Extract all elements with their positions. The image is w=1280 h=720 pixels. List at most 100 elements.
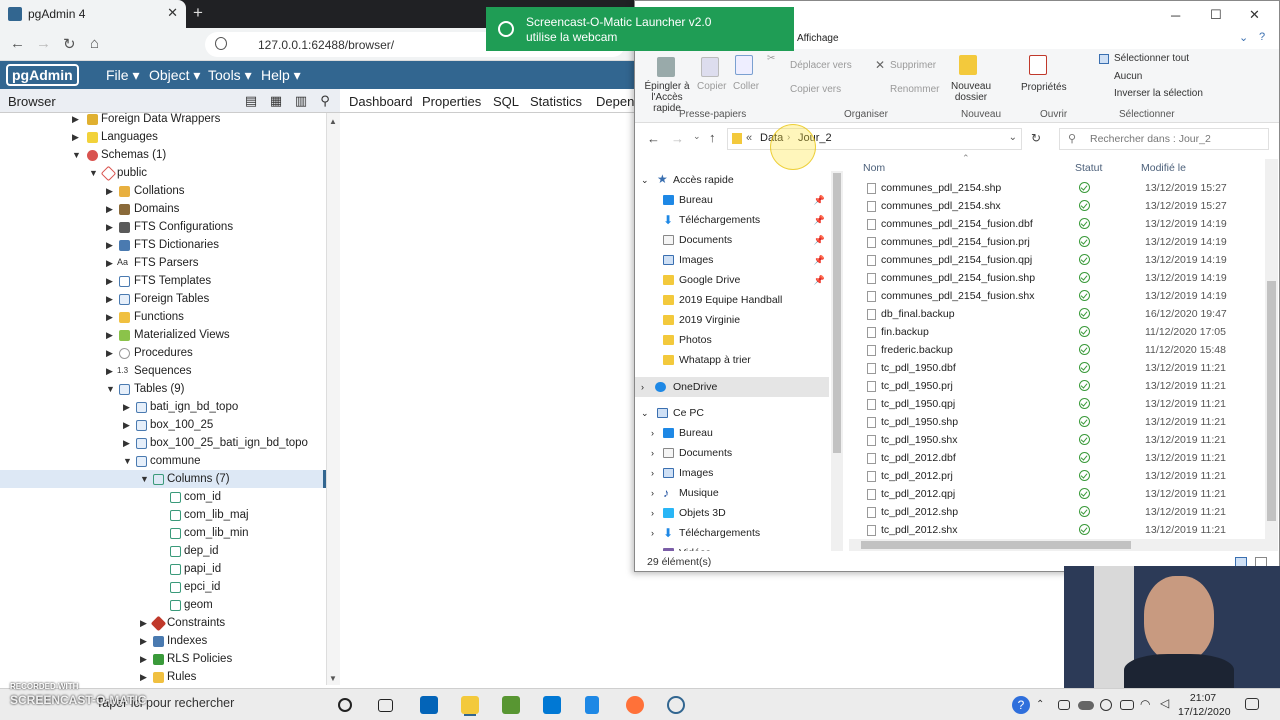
- tree-item[interactable]: ▶ bati_ign_bd_topo: [0, 398, 326, 416]
- display-icon[interactable]: [1120, 700, 1134, 710]
- chevron-right-icon[interactable]: ›: [651, 483, 654, 503]
- tree-item[interactable]: ▶ Functions: [0, 308, 326, 326]
- file-row[interactable]: db_final.backup 16/12/2020 19:47: [849, 305, 1267, 323]
- menu-tools[interactable]: Tools ▾: [208, 67, 252, 84]
- tab-statistics[interactable]: Statistics: [530, 94, 582, 109]
- tree-item[interactable]: com_lib_min: [0, 524, 326, 542]
- chevron-right-icon[interactable]: ▶: [123, 398, 133, 416]
- file-row[interactable]: tc_pdl_1950.prj 13/12/2019 11:21: [849, 377, 1267, 395]
- chevron-down-icon[interactable]: ⌄: [641, 403, 649, 423]
- select-all-button[interactable]: Sélectionner tout: [1114, 53, 1189, 64]
- nav-item[interactable]: Google Drive 📌: [635, 270, 829, 290]
- copy-button[interactable]: Copier: [697, 81, 726, 92]
- file-row[interactable]: fin.backup 11/12/2020 17:05: [849, 323, 1267, 341]
- chevron-down-icon[interactable]: ▼: [89, 164, 99, 182]
- tree-item[interactable]: ▶ box_100_25: [0, 416, 326, 434]
- chevron-right-icon[interactable]: ▶: [106, 254, 116, 272]
- chevron-down-icon[interactable]: ⌄: [1009, 132, 1017, 143]
- chevron-down-icon[interactable]: ▼: [106, 380, 116, 398]
- chevron-right-icon[interactable]: ›: [651, 443, 654, 463]
- chevron-right-icon[interactable]: ▶: [106, 344, 116, 362]
- wifi-icon[interactable]: ◠: [1140, 697, 1158, 715]
- cut-icon[interactable]: ✂: [767, 53, 775, 64]
- tree-item[interactable]: ▶ 1.3 Sequences: [0, 362, 326, 380]
- info-icon[interactable]: [215, 37, 227, 50]
- reload-icon[interactable]: ↻: [63, 35, 76, 53]
- onedrive-icon[interactable]: [1078, 701, 1094, 710]
- chevron-right-icon[interactable]: ▶: [140, 668, 150, 685]
- explorer-search-field[interactable]: ⚲ Rechercher dans : Jour_2: [1059, 128, 1269, 150]
- forward-icon[interactable]: →: [671, 131, 684, 146]
- chevron-right-icon[interactable]: ▶: [106, 272, 116, 290]
- nav-item[interactable]: › Documents: [635, 443, 829, 463]
- chevron-right-icon[interactable]: ▶: [106, 308, 116, 326]
- tree-item[interactable]: ▶ Aa FTS Parsers: [0, 254, 326, 272]
- file-row[interactable]: tc_pdl_1950.shp 13/12/2019 11:21: [849, 413, 1267, 431]
- column-status[interactable]: Statut: [1075, 162, 1102, 174]
- file-row[interactable]: tc_pdl_1950.dbf 13/12/2019 11:21: [849, 359, 1267, 377]
- nav-item[interactable]: ⌄ ★ Accès rapide: [635, 170, 829, 190]
- help-icon[interactable]: ?: [1259, 31, 1265, 43]
- scroll-down-icon[interactable]: ▼: [329, 674, 337, 683]
- chevron-right-icon[interactable]: ▶: [140, 632, 150, 650]
- file-row[interactable]: communes_pdl_2154.shx 13/12/2019 15:27: [849, 197, 1267, 215]
- chevron-right-icon[interactable]: ▶: [106, 182, 116, 200]
- nav-item[interactable]: › Bureau: [635, 423, 829, 443]
- notifications-icon[interactable]: [1245, 698, 1259, 710]
- file-row[interactable]: communes_pdl_2154_fusion.shp 13/12/2019 1…: [849, 269, 1267, 287]
- chevron-right-icon[interactable]: ▶: [140, 614, 150, 632]
- tree-item[interactable]: ▶ FTS Templates: [0, 272, 326, 290]
- mail-icon[interactable]: [543, 696, 561, 714]
- close-tab-icon[interactable]: ✕: [167, 5, 178, 21]
- file-row[interactable]: communes_pdl_2154_fusion.qpj 13/12/2019 1…: [849, 251, 1267, 269]
- tree-item[interactable]: ▶ Materialized Views: [0, 326, 326, 344]
- tree-item-selected[interactable]: ▼ Columns (7): [0, 470, 326, 488]
- task-view-icon[interactable]: [378, 699, 393, 712]
- new-folder-button[interactable]: Nouveau dossier: [951, 81, 991, 103]
- maximize-icon[interactable]: ☐: [1210, 7, 1222, 23]
- tree-item[interactable]: ▶ Foreign Data Wrappers: [0, 113, 326, 128]
- screencast-notification[interactable]: Screencast-O-Matic Launcher v2.0 utilise…: [486, 7, 794, 51]
- tab-dashboard[interactable]: Dashboard: [349, 94, 413, 109]
- chevron-down-icon[interactable]: ▼: [72, 146, 82, 164]
- file-row[interactable]: frederic.backup 11/12/2020 15:48: [849, 341, 1267, 359]
- recent-locations-icon[interactable]: ⌄: [693, 131, 701, 142]
- tree-item[interactable]: ▼ public: [0, 164, 326, 182]
- chevron-right-icon[interactable]: ›: [641, 377, 644, 397]
- tree-item[interactable]: ▶ Foreign Tables: [0, 290, 326, 308]
- chevron-down-icon[interactable]: ▼: [140, 470, 150, 488]
- back-icon[interactable]: ←: [10, 35, 25, 52]
- properties-button[interactable]: Propriétés: [1021, 82, 1067, 93]
- help-icon[interactable]: ?: [1012, 696, 1030, 714]
- invert-selection-button[interactable]: Inverser la sélection: [1114, 88, 1203, 99]
- menu-object[interactable]: Object ▾: [149, 67, 200, 84]
- chevron-right-icon[interactable]: ▶: [106, 290, 116, 308]
- nav-item[interactable]: Images 📌: [635, 250, 829, 270]
- nav-item[interactable]: › ⬇ Téléchargements: [635, 523, 829, 543]
- tab-sql[interactable]: SQL: [493, 94, 519, 109]
- tree-item[interactable]: ▶ FTS Dictionaries: [0, 236, 326, 254]
- tab-properties[interactable]: Properties: [422, 94, 481, 109]
- chevron-right-icon[interactable]: ▶: [123, 434, 133, 452]
- horizontal-scroll-thumb[interactable]: [861, 541, 1131, 549]
- file-row[interactable]: tc_pdl_1950.shx 13/12/2019 11:21: [849, 431, 1267, 449]
- menu-help[interactable]: Help ▾: [261, 67, 301, 84]
- query-tool-icon[interactable]: ▤: [244, 94, 258, 108]
- chevron-right-icon[interactable]: ▶: [72, 113, 82, 128]
- copy-to-button[interactable]: Copier vers: [790, 84, 841, 95]
- nav-item[interactable]: Bureau 📌: [635, 190, 829, 210]
- clock[interactable]: 21:07 17/12/2020: [1178, 691, 1231, 719]
- qgis-icon[interactable]: [502, 696, 520, 714]
- search-icon[interactable]: ⚲: [318, 94, 332, 108]
- tree-item[interactable]: ▼ commune: [0, 452, 326, 470]
- scroll-up-icon[interactable]: ▲: [329, 117, 337, 126]
- tree-scrollbar[interactable]: ▲ ▼: [326, 113, 340, 685]
- word-icon[interactable]: [585, 696, 599, 714]
- chevron-right-icon[interactable]: ▶: [140, 650, 150, 668]
- file-row[interactable]: tc_pdl_2012.prj 13/12/2019 11:21: [849, 467, 1267, 485]
- file-row[interactable]: tc_pdl_1950.qpj 13/12/2019 11:21: [849, 395, 1267, 413]
- nav-item[interactable]: › Vidéos: [635, 543, 829, 551]
- file-explorer-icon[interactable]: [461, 696, 479, 714]
- view-data-icon[interactable]: ▦: [269, 94, 283, 108]
- chevron-right-icon[interactable]: ▶: [106, 362, 116, 380]
